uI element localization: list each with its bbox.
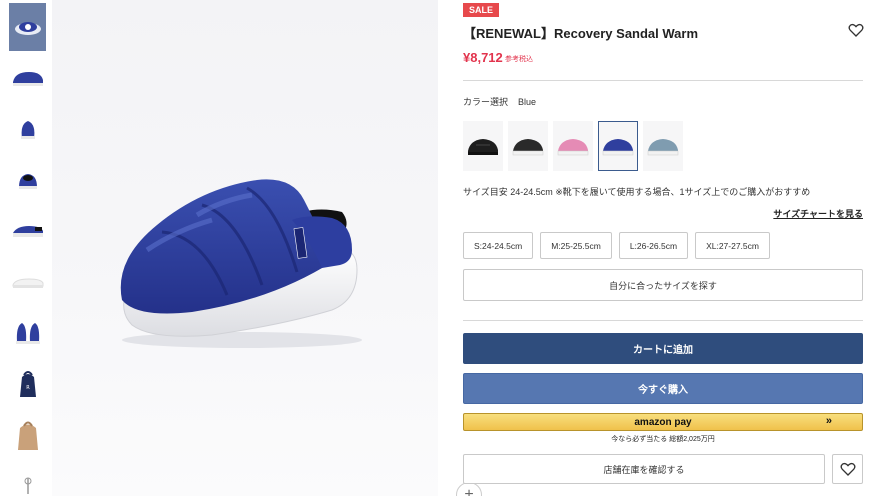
main-product-image: + [52, 0, 482, 496]
swatch-pink[interactable] [553, 121, 593, 171]
size-options: S:24-24.5cm M:25-25.5cm L:26-26.5cm XL:2… [463, 232, 777, 259]
thumbnail-4[interactable] [9, 156, 46, 204]
color-label-text: カラー選択 [463, 97, 509, 107]
swatch-black-white[interactable] [508, 121, 548, 171]
product-price: ¥8,712 [463, 50, 503, 65]
thumbnail-5[interactable] [9, 207, 46, 255]
thumbnail-1[interactable] [9, 3, 46, 51]
size-option-s[interactable]: S:24-24.5cm [463, 232, 534, 259]
favorite-button[interactable] [832, 454, 863, 484]
thumbnail-3[interactable] [9, 105, 46, 153]
zoom-button[interactable]: + [456, 482, 482, 496]
tax-note: 参考税込 [505, 56, 533, 63]
check-store-stock-button[interactable]: 店舗在庫を確認する [463, 454, 825, 484]
amazon-pay-logo: amazon pay [634, 416, 692, 428]
product-page: R + SALE 【RENEWAL】Recovery Sandal Warm ¥… [0, 0, 877, 496]
sandal-illustration [120, 179, 362, 348]
svg-text:R: R [26, 385, 30, 391]
color-swatches [463, 121, 688, 171]
thumbnail-10[interactable] [9, 462, 46, 496]
find-my-size-button[interactable]: 自分に合ったサイズを探す [463, 269, 863, 301]
selected-color: Blue [518, 97, 537, 107]
amazon-pay-button[interactable]: amazon pay » [463, 413, 863, 431]
buy-now-button[interactable]: 今すぐ購入 [463, 373, 863, 404]
thumbnail-9[interactable] [9, 411, 46, 459]
product-title: 【RENEWAL】Recovery Sandal Warm [463, 26, 699, 41]
size-option-l[interactable]: L:26-26.5cm [618, 232, 689, 259]
size-option-xl[interactable]: XL:27-27.5cm [695, 232, 770, 259]
size-chart-link[interactable]: サイズチャートを見る [773, 207, 863, 220]
swatch-blue[interactable] [598, 121, 638, 171]
amazon-promo-text: 今なら必ず当たる 総額2,025万円 [611, 436, 715, 443]
swatch-grey-blue[interactable] [643, 121, 683, 171]
heart-icon[interactable] [848, 22, 864, 38]
divider [463, 80, 863, 81]
swatch-black[interactable] [463, 121, 503, 171]
thumbnail-7[interactable] [9, 309, 46, 357]
thumbnail-strip: R [9, 3, 47, 496]
chevron-right-icon: » [825, 415, 832, 427]
thumbnail-2[interactable] [9, 54, 46, 102]
heart-icon [840, 462, 855, 476]
thumbnail-8[interactable]: R [9, 360, 46, 408]
thumbnail-6[interactable] [9, 258, 46, 306]
divider [463, 320, 863, 321]
size-option-m[interactable]: M:25-25.5cm [540, 232, 612, 259]
add-to-cart-button[interactable]: カートに追加 [463, 333, 863, 364]
size-guide-note: サイズ目安 24-24.5cm ※靴下を履いて使用する場合、1サイズ上でのご購入… [463, 187, 811, 197]
sale-badge: SALE [463, 3, 500, 17]
color-label: カラー選択 Blue [463, 95, 536, 108]
